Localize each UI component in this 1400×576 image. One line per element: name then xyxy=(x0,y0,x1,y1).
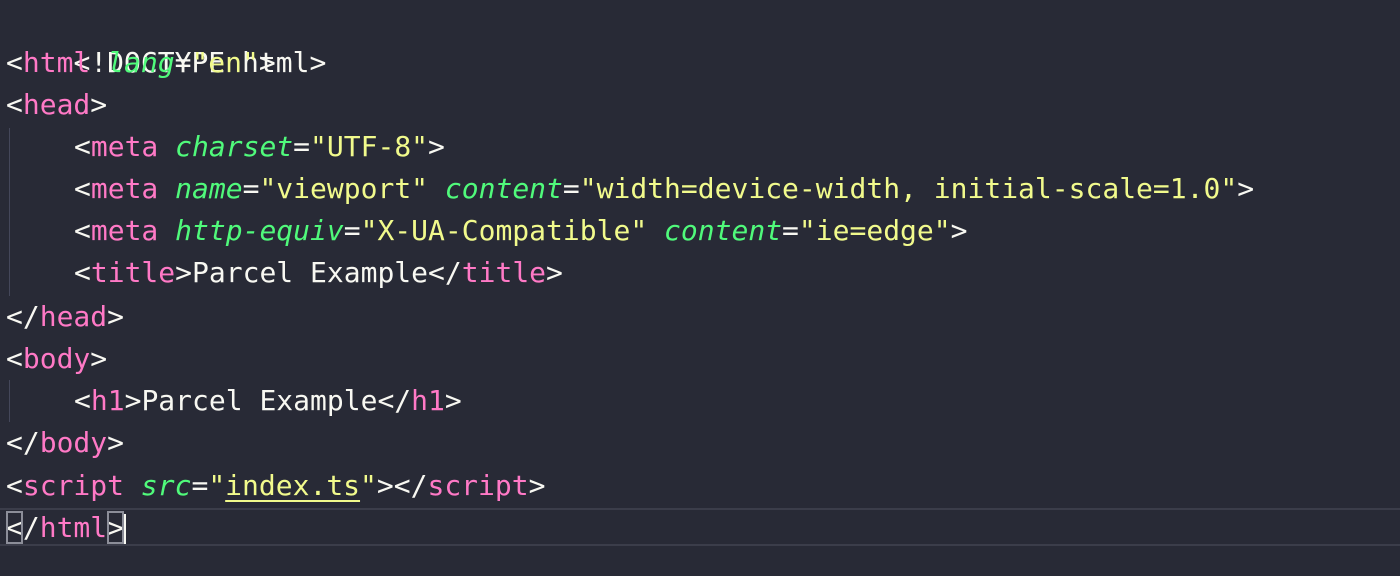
end-tag-name: h1 xyxy=(411,384,445,417)
code-line[interactable]: <meta http-equiv="X-UA-Compatible" conte… xyxy=(6,210,967,252)
equals-sign: = xyxy=(191,469,209,502)
tag-close-bracket: > xyxy=(950,214,968,247)
quote: " xyxy=(360,469,377,502)
end-tag-close-bracket: > xyxy=(107,300,125,333)
attribute-name: lang xyxy=(107,46,175,79)
equals-sign: = xyxy=(174,46,192,79)
tag-close-bracket: > xyxy=(1237,172,1255,205)
tag-close-bracket: > xyxy=(258,46,276,79)
code-line[interactable]: <!DOCTYPE html> xyxy=(6,0,326,79)
end-tag-name: body xyxy=(39,426,108,459)
attribute-value: "UTF-8" xyxy=(310,130,429,163)
equals-sign: = xyxy=(562,172,580,205)
tag-name: head xyxy=(22,88,91,121)
attribute-value: "viewport" xyxy=(259,172,429,205)
attribute-name: http-equiv xyxy=(175,214,344,247)
equals-sign: = xyxy=(242,172,260,205)
code-line[interactable]: <meta charset="UTF-8"> xyxy=(6,126,445,168)
tag-open-bracket: < xyxy=(74,256,91,289)
code-line[interactable]: </head> xyxy=(6,296,124,338)
matched-bracket-open: < xyxy=(6,511,23,544)
current-line-highlight xyxy=(0,508,1400,546)
end-tag-open-bracket: </ xyxy=(377,384,412,417)
tag-name: meta xyxy=(90,214,159,247)
tag-name: meta xyxy=(90,172,159,205)
tag-open-bracket: < xyxy=(6,469,23,502)
tag-open-bracket: < xyxy=(6,342,23,375)
tag-close-bracket: > xyxy=(428,130,445,163)
code-line[interactable]: <h1>Parcel Example</h1> xyxy=(6,380,462,422)
tag-open-bracket: < xyxy=(74,384,91,417)
attribute-name: name xyxy=(175,172,243,205)
end-tag-open-bracket: </ xyxy=(6,300,40,333)
code-line[interactable]: </body> xyxy=(6,422,124,464)
element-text: Parcel Example xyxy=(141,384,378,417)
attribute-value: "width=device-width, initial-scale=1.0" xyxy=(579,172,1238,205)
end-tag-close-bracket: > xyxy=(444,384,462,417)
code-line[interactable]: <meta name="viewport" content="width=dev… xyxy=(6,168,1254,210)
attribute-value: "X-UA-Compatible" xyxy=(360,214,648,247)
attribute-name: content xyxy=(444,172,563,205)
end-tag-name: title xyxy=(461,256,547,289)
end-tag-close-bracket: > xyxy=(546,256,563,289)
tag-open-bracket: < xyxy=(74,130,91,163)
tag-open-bracket: < xyxy=(6,88,23,121)
attribute-name: src xyxy=(140,469,192,502)
tag-name: meta xyxy=(90,130,159,163)
tag-open-bracket: < xyxy=(6,46,23,79)
tag-close-bracket: > xyxy=(90,342,108,375)
code-line-current[interactable]: </html> xyxy=(6,507,127,549)
code-editor[interactable]: <!DOCTYPE html> <html lang="en"> <head> … xyxy=(0,0,1400,576)
tag-name: title xyxy=(90,256,176,289)
tag-close-bracket: > xyxy=(90,88,108,121)
file-link[interactable]: index.ts xyxy=(225,469,360,502)
attribute-name: charset xyxy=(175,130,294,163)
end-tag-name: html xyxy=(39,511,108,544)
end-tag-open-bracket: </ xyxy=(6,426,40,459)
code-line[interactable]: <body> xyxy=(6,338,107,380)
end-tag-open-bracket: </ xyxy=(393,469,428,502)
code-line[interactable]: <title>Parcel Example</title> xyxy=(6,252,563,294)
end-tag-open-bracket: </ xyxy=(428,256,462,289)
quote: " xyxy=(208,469,226,502)
attribute-value: "en" xyxy=(191,46,259,79)
closing-slash: / xyxy=(22,511,40,544)
tag-name: script xyxy=(22,469,125,502)
attribute-value: "ie=edge" xyxy=(798,214,951,247)
end-tag-close-bracket: > xyxy=(528,469,546,502)
end-tag-close-bracket: > xyxy=(107,426,125,459)
matched-bracket-close: > xyxy=(107,511,125,544)
code-line[interactable]: <script src="index.ts"></script> xyxy=(6,465,545,507)
equals-sign: = xyxy=(293,130,311,163)
equals-sign: = xyxy=(782,214,799,247)
tag-close-bracket: > xyxy=(175,256,193,289)
end-tag-name: head xyxy=(39,300,108,333)
tag-name: body xyxy=(22,342,91,375)
code-line[interactable]: <html lang="en"> xyxy=(6,42,276,84)
attribute-name: content xyxy=(664,214,783,247)
end-tag-name: script xyxy=(427,469,529,502)
code-line[interactable]: <head> xyxy=(6,84,107,126)
tag-open-bracket: < xyxy=(74,172,91,205)
text-cursor xyxy=(124,514,127,544)
equals-sign: = xyxy=(343,214,361,247)
tag-open-bracket: < xyxy=(74,214,91,247)
tag-name: h1 xyxy=(90,384,125,417)
tag-close-bracket: > xyxy=(376,469,394,502)
tag-name: html xyxy=(22,46,91,79)
tag-close-bracket: > xyxy=(124,384,142,417)
element-text: Parcel Example xyxy=(192,256,429,289)
